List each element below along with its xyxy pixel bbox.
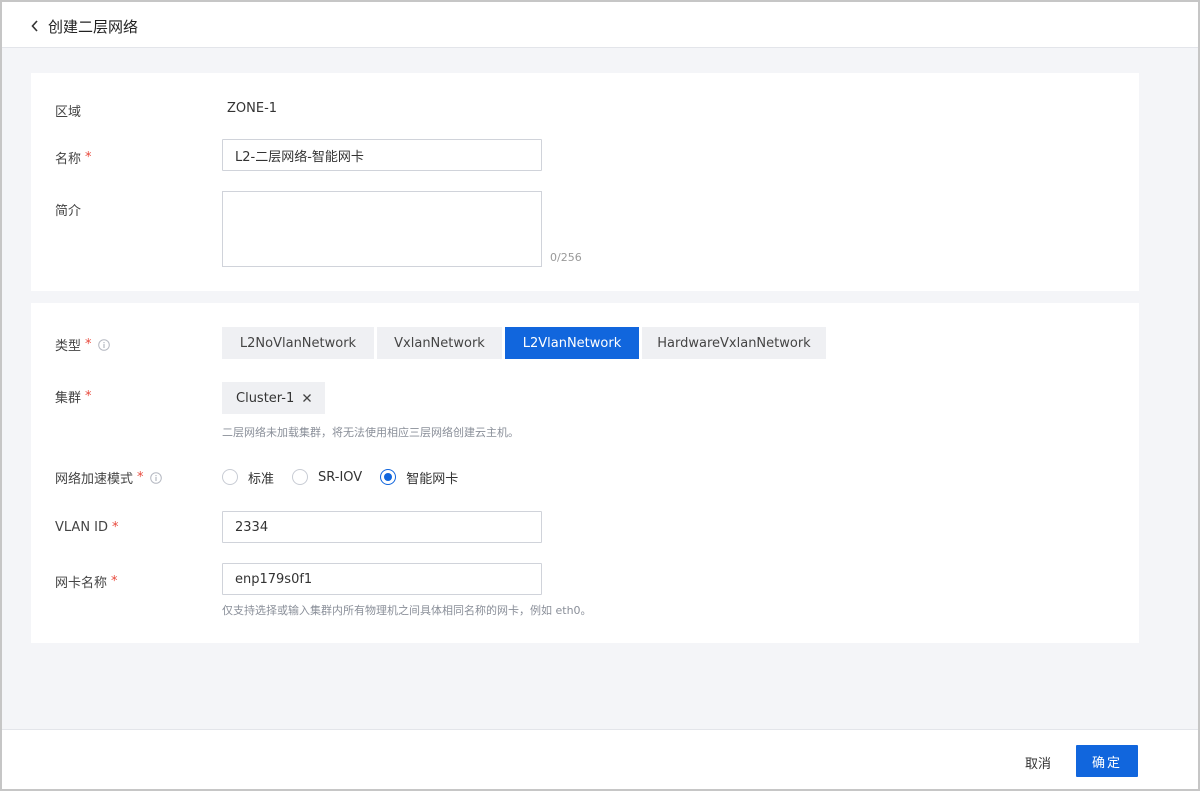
vlan-id-label: VLAN ID *	[55, 520, 119, 535]
radio-label: 标准	[248, 471, 275, 487]
page-header: 创建二层网络	[2, 2, 1198, 48]
radio-standard[interactable]: 标准	[222, 468, 274, 487]
page-title: 创建二层网络	[48, 17, 139, 36]
type-option-hardware-vxlan[interactable]: HardwareVxlanNetwork	[642, 327, 826, 359]
radio-smart-nic[interactable]: 智能网卡	[380, 468, 458, 487]
radio-circle	[222, 469, 238, 485]
back-button[interactable]: 创建二层网络	[30, 14, 138, 38]
zone-value: ZONE-1	[227, 101, 278, 116]
nic-name-hint: 仅支持选择或输入集群内所有物理机之间具体相同名称的网卡，例如 eth0。	[222, 604, 592, 617]
radio-label: 智能网卡	[406, 471, 459, 487]
cluster-tag[interactable]: Cluster-1	[222, 382, 325, 414]
info-icon[interactable]	[97, 338, 110, 351]
nic-name-input[interactable]	[222, 563, 542, 595]
cluster-tag-label: Cluster-1	[236, 390, 295, 406]
name-input[interactable]	[222, 139, 542, 171]
vlan-id-label-text: VLAN ID	[55, 520, 109, 535]
info-icon[interactable]	[149, 471, 162, 484]
cluster-hint: 二层网络未加载集群，将无法使用相应三层网络创建云主机。	[222, 426, 519, 439]
cluster-label: 集群 *	[55, 387, 92, 406]
radio-label: SR-IOV	[318, 469, 363, 485]
description-label: 简介	[55, 200, 81, 219]
zone-label-text: 区域	[55, 105, 82, 120]
dialog-frame: 创建二层网络 区域 ZONE-1 名称* 简介 0/256 类型*	[0, 0, 1200, 791]
name-label-text: 名称	[55, 152, 82, 167]
type-option-l2vlan[interactable]: L2VlanNetwork	[505, 327, 639, 359]
nic-name-label-text: 网卡名称	[55, 576, 108, 591]
network-type-selector: L2NoVlanNetwork VxlanNetwork L2VlanNetwo…	[222, 327, 829, 359]
type-label-text: 类型	[55, 339, 82, 354]
type-label: 类型 *	[55, 335, 110, 354]
required-mark: *	[85, 389, 92, 404]
required-mark: *	[112, 520, 119, 535]
basic-info-card: 区域 ZONE-1 名称* 简介 0/256	[31, 73, 1139, 291]
confirm-button[interactable]: 确定	[1076, 745, 1138, 777]
accel-mode-radio-group: 标准 SR-IOV 智能网卡	[222, 467, 476, 487]
accel-mode-label: 网络加速模式 *	[55, 468, 162, 487]
close-icon[interactable]	[302, 393, 312, 403]
radio-circle	[292, 469, 309, 485]
nic-name-label: 网卡名称 *	[55, 572, 118, 591]
type-option-l2novlan[interactable]: L2NoVlanNetwork	[222, 327, 374, 359]
chevron-left-icon	[30, 20, 40, 32]
description-textarea[interactable]	[222, 191, 542, 267]
required-mark: *	[85, 337, 92, 352]
required-mark: *	[137, 470, 144, 485]
name-label: 名称 *	[55, 148, 92, 167]
cancel-button[interactable]: 取消	[1012, 746, 1064, 778]
zone-label: 区域	[55, 101, 81, 120]
required-mark: *	[111, 574, 118, 589]
accel-mode-label-text: 网络加速模式	[55, 472, 134, 487]
radio-circle-checked	[380, 469, 397, 485]
cluster-label-text: 集群	[55, 391, 82, 406]
description-counter: 0/256	[550, 251, 582, 264]
type-option-vxlan[interactable]: VxlanNetwork	[377, 327, 502, 359]
radio-sriov[interactable]: SR-IOV	[292, 469, 362, 485]
vlan-id-input[interactable]	[222, 511, 542, 543]
required-mark: *	[85, 150, 92, 165]
footer-bar: 取消 确定	[2, 729, 1198, 789]
description-label-text: 简介	[55, 204, 82, 219]
network-config-card: 类型 * L2NoVlanNetwork VxlanNetwork L2VlanN…	[31, 303, 1139, 643]
